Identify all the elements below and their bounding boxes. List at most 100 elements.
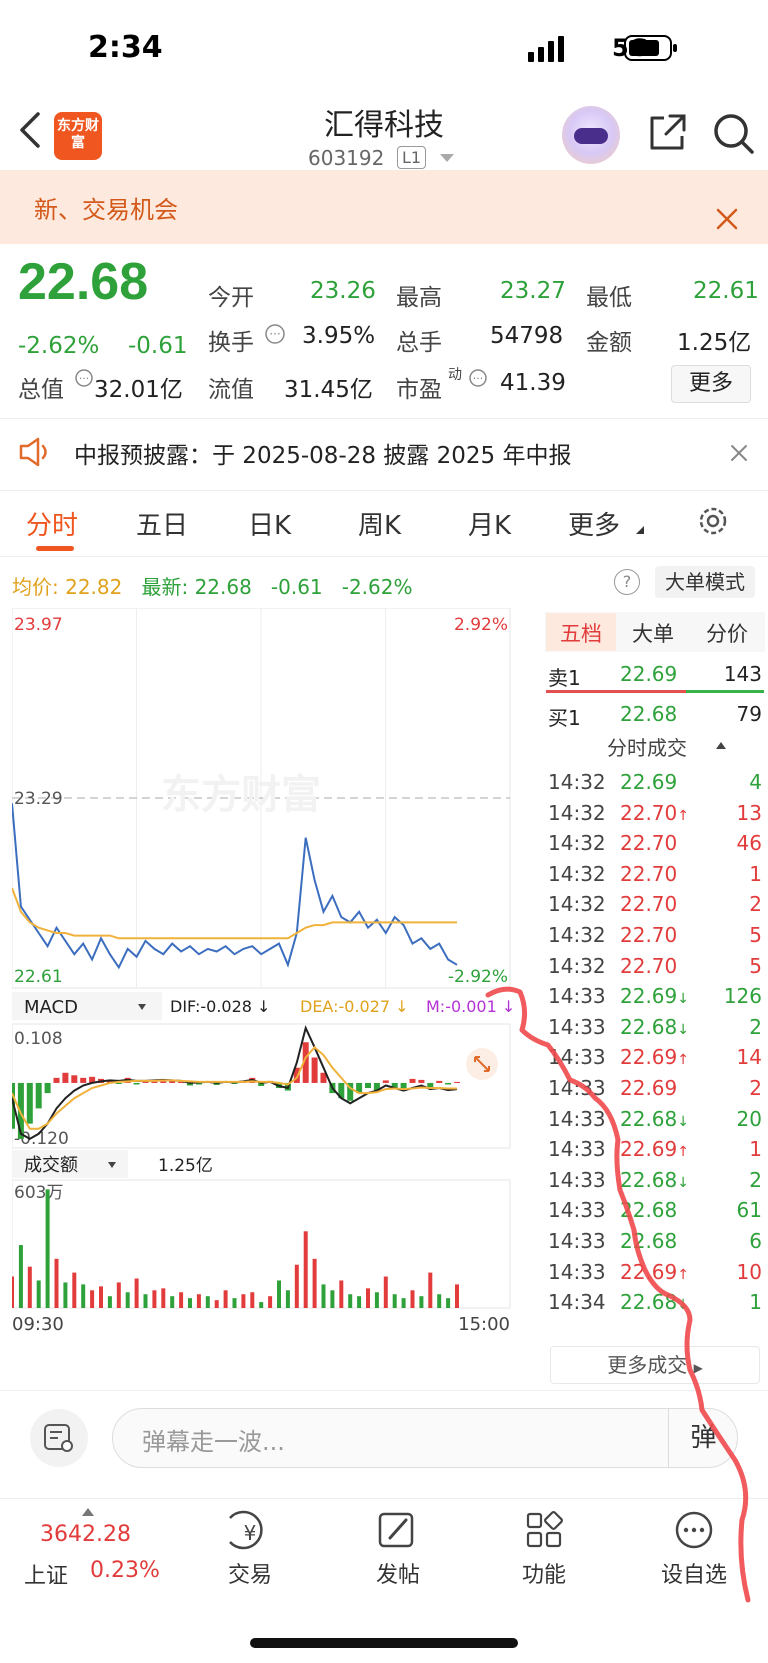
trade-row: 14:32 22.70 5 xyxy=(548,954,762,984)
trade-row: 14:33 22.68↓ 20 xyxy=(548,1107,762,1137)
speaker-icon xyxy=(19,437,47,467)
buy1-volume: 79 xyxy=(736,702,762,726)
tab-day-k[interactable]: 日K xyxy=(248,505,291,542)
tab-intraday[interactable]: 分时 xyxy=(26,505,78,542)
trade-volume: 2 xyxy=(749,1076,762,1100)
trade-time: 14:32 xyxy=(548,861,606,886)
close-icon[interactable] xyxy=(730,444,748,462)
tab-more[interactable]: 更多 xyxy=(568,505,620,542)
stat-value: 41.39 xyxy=(500,370,566,396)
trade-row: 14:33 22.68 61 xyxy=(548,1198,762,1228)
danmaku-toggle[interactable] xyxy=(30,1409,88,1467)
index-pct[interactable]: 0.23% xyxy=(90,1558,160,1583)
tab-five-day[interactable]: 五日 xyxy=(136,505,188,542)
volume-bar xyxy=(143,1294,148,1308)
macd-label: MACD xyxy=(24,997,78,1018)
trade-price: 22.68↓ xyxy=(620,1290,689,1315)
nav-trade[interactable]: 交易 xyxy=(200,1557,300,1589)
trade-volume: 4 xyxy=(749,770,762,794)
tab-week-k[interactable]: 周K xyxy=(358,505,401,542)
trade-time: 14:33 xyxy=(548,1259,606,1284)
trade-volume: 61 xyxy=(736,1198,762,1223)
index-value[interactable]: 3642.28 xyxy=(40,1522,131,1547)
macd-bar xyxy=(418,1079,425,1083)
trade-row: 14:33 22.69↓ 126 xyxy=(548,984,762,1014)
trade-volume: 5 xyxy=(749,953,762,978)
danmaku-send-button[interactable]: 弹 xyxy=(668,1408,738,1468)
notice-text[interactable]: 中报预披露：于 2025-08-28 披露 2025 年中报 xyxy=(74,436,571,470)
more-dots-icon[interactable] xyxy=(644,1508,744,1552)
stat-label: 总手 xyxy=(396,330,442,356)
nav-post[interactable]: 发帖 xyxy=(348,1557,448,1589)
trade-row: 14:32 22.70 46 xyxy=(548,831,762,861)
buy1-price: 22.68 xyxy=(620,702,678,726)
volume-bar xyxy=(455,1284,459,1308)
more-button[interactable]: 更多 xyxy=(671,365,751,403)
assistant-avatar[interactable] xyxy=(562,106,620,164)
trade-row: 14:33 22.68↓ 2 xyxy=(548,1015,762,1045)
trade-time: 14:33 xyxy=(548,1076,606,1100)
volume-bar xyxy=(161,1288,166,1308)
index-name[interactable]: 上证 xyxy=(24,1558,68,1590)
svg-text:···: ··· xyxy=(473,372,484,385)
post-icon[interactable] xyxy=(348,1508,448,1552)
trade-time: 14:33 xyxy=(548,1198,606,1223)
trade-arrow: ↑ xyxy=(677,807,689,824)
status-time: 2:34 xyxy=(88,30,163,65)
macd-bar xyxy=(71,1075,78,1083)
info-icon[interactable]: ··· xyxy=(74,368,94,388)
chevron-down-icon[interactable] xyxy=(440,154,454,163)
tab-big-orders[interactable]: 大单 xyxy=(632,618,674,648)
trade-row: 14:33 22.69↑ 10 xyxy=(548,1260,762,1290)
close-icon[interactable] xyxy=(716,208,738,230)
nav-add-watchlist[interactable]: 设自选 xyxy=(644,1557,744,1589)
share-icon[interactable] xyxy=(646,112,688,154)
banner-text: 新、交易机会 xyxy=(34,196,178,224)
current-price: 22.68 xyxy=(18,253,149,311)
volume-bar xyxy=(116,1282,121,1308)
trade-time: 14:32 xyxy=(548,800,606,825)
tab-price-breakdown[interactable]: 分价 xyxy=(706,618,748,648)
trade-price: 22.70 xyxy=(620,831,678,856)
big-order-mode-button[interactable]: 大单模式 xyxy=(655,566,755,598)
sell-strength-bar xyxy=(546,690,686,693)
trades-title[interactable]: 分时成交 xyxy=(607,732,687,761)
trade-price: 22.68 xyxy=(620,1229,678,1253)
tab-five-levels[interactable]: 五档 xyxy=(560,618,602,648)
trade-volume: 2 xyxy=(749,892,762,917)
buy-strength-bar xyxy=(686,690,764,693)
divider xyxy=(0,556,768,557)
more-trades-button[interactable]: 更多成交 ▶ xyxy=(550,1346,760,1384)
volume-bar xyxy=(321,1284,326,1308)
sell1-label: 卖1 xyxy=(548,666,581,690)
trade-time: 14:32 xyxy=(548,770,606,794)
sort-up-icon[interactable] xyxy=(716,742,726,749)
function-grid-icon[interactable] xyxy=(494,1508,594,1552)
battery-icon xyxy=(624,35,677,61)
trade-time: 14:32 xyxy=(548,923,606,947)
nav-functions[interactable]: 功能 xyxy=(494,1557,594,1589)
intraday-chart[interactable]: 东方财富 23.97 23.29 22.61 2.92% -2.92% MACD DIF:-0… xyxy=(12,608,542,1388)
info-icon[interactable]: ··· xyxy=(468,368,488,388)
trade-icon[interactable]: ¥ xyxy=(200,1508,300,1552)
signal-icon xyxy=(528,36,564,62)
stat-label: 金额 xyxy=(586,330,632,356)
trade-row: 14:33 22.69↑ 1 xyxy=(548,1137,762,1167)
volume-bar xyxy=(366,1288,370,1308)
info-icon[interactable]: ··· xyxy=(264,323,286,345)
svg-text:···: ··· xyxy=(269,327,280,341)
help-icon[interactable]: ? xyxy=(614,569,640,595)
search-icon[interactable] xyxy=(712,112,756,156)
volume-bar xyxy=(125,1292,130,1308)
trade-volume: 6 xyxy=(749,1229,762,1253)
triangle-icon xyxy=(636,526,644,534)
macd-bar xyxy=(454,1081,460,1083)
volume-bar xyxy=(107,1296,112,1308)
stock-code: 603192 xyxy=(308,146,385,170)
volume-bar xyxy=(241,1294,246,1308)
trade-price: 22.69↑ xyxy=(620,1259,689,1284)
trade-price: 22.68↓ xyxy=(620,1014,689,1039)
trade-time: 14:33 xyxy=(548,984,606,1009)
tab-month-k[interactable]: 月K xyxy=(468,505,511,542)
gear-icon[interactable] xyxy=(696,504,730,538)
